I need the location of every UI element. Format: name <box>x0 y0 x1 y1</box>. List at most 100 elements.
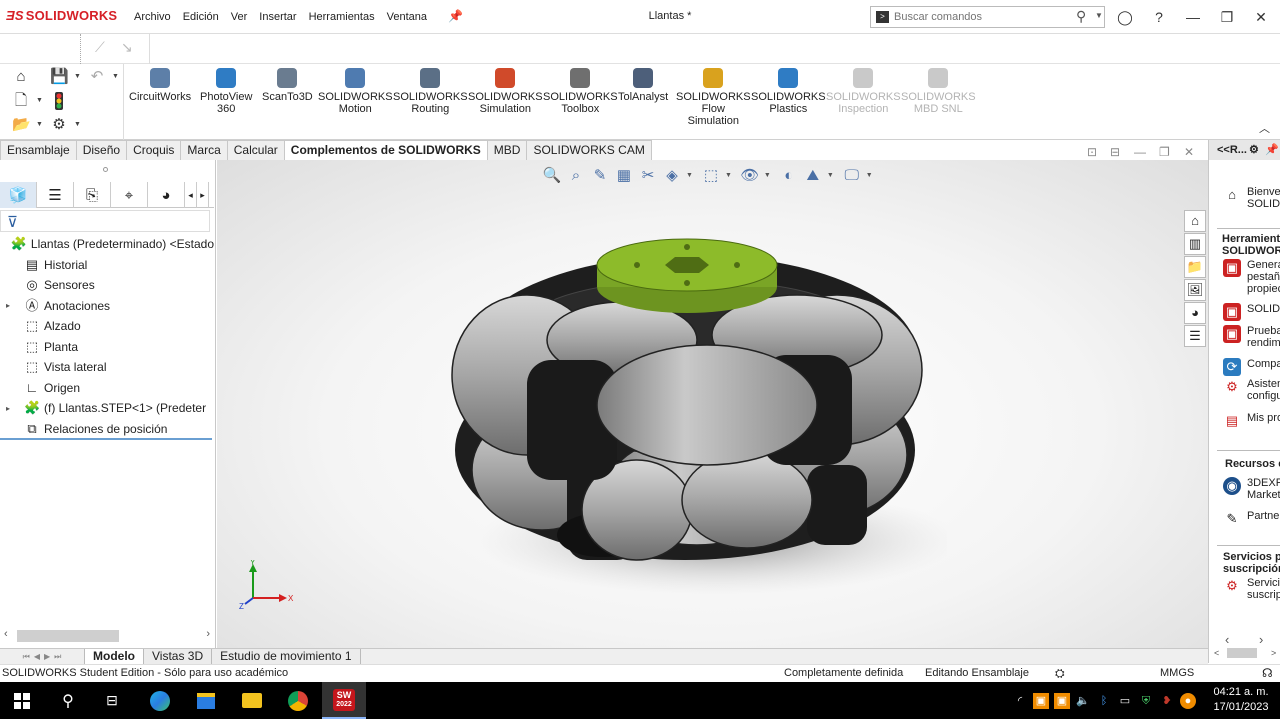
tree-item[interactable]: ▸ 🧩 (f) Llantas.STEP<1> (Predeter <box>0 398 214 419</box>
arrow-icon[interactable]: ↘ <box>121 39 133 56</box>
bottom-tab[interactable]: Estudio de movimiento 1 <box>211 648 361 665</box>
edit-appearance-icon[interactable]: ◐ <box>779 167 799 184</box>
solidworks-logo[interactable]: ƎS SOLIDWORKS <box>6 8 117 23</box>
dynamic-annotation-icon[interactable]: ✂ <box>638 166 658 184</box>
gear-icon[interactable]: ⚙ <box>50 116 68 134</box>
tab-ensamblaje[interactable]: Ensamblaje <box>0 140 77 160</box>
first-tab-icon[interactable]: ⏮ <box>23 652 30 662</box>
menu-herramientas[interactable]: Herramientas <box>303 0 381 34</box>
tree-item[interactable]: ⬚ Vista lateral <box>0 357 214 378</box>
addin-button[interactable]: SOLIDWORKS Motion <box>318 68 393 115</box>
tab-solidworks-cam[interactable]: SOLIDWORKS CAM <box>526 140 652 160</box>
tree-item[interactable]: ◎ Sensores <box>0 275 214 296</box>
tab-dise-o[interactable]: Diseño <box>75 140 128 160</box>
panel-grip[interactable] <box>103 167 108 172</box>
addin-button[interactable]: CircuitWorks <box>129 68 191 103</box>
next-tab-icon[interactable]: ▶ <box>44 652 50 661</box>
rebuild-traffic-light-icon[interactable] <box>50 92 68 110</box>
rebuild-icon[interactable]: ⛭ <box>1055 665 1065 682</box>
displaymanager-tab-icon[interactable]: ◕ <box>148 182 185 208</box>
home-icon[interactable]: ⌂ <box>12 68 30 86</box>
chevron-down-icon[interactable]: ▼ <box>827 172 834 179</box>
apply-scene-icon[interactable]: ⛰ <box>803 167 823 184</box>
tree-item[interactable]: ⬚ Alzado <box>0 316 214 337</box>
display-style-icon[interactable]: ⬚ <box>701 166 721 184</box>
addin-button[interactable]: SOLIDWORKS Routing <box>393 68 468 115</box>
restore-button[interactable]: ❐ <box>1216 6 1238 28</box>
solidworks-taskbar-icon[interactable]: SW 2022 <box>322 682 366 719</box>
scroll-left-icon[interactable]: < <box>1214 648 1219 658</box>
tile-view-icon[interactable]: ⊟ <box>1110 145 1120 159</box>
chevron-down-icon[interactable]: ▼ <box>36 121 43 128</box>
section-view-icon[interactable]: ▦ <box>614 166 634 184</box>
shield-icon[interactable]: ⛨ <box>1138 693 1154 709</box>
tab-croquis[interactable]: Croquis <box>126 140 182 160</box>
save-icon[interactable]: 💾 <box>50 68 69 86</box>
scroll-right-icon[interactable]: › <box>206 628 210 640</box>
scroll-thumb[interactable] <box>17 630 119 642</box>
design-library-icon[interactable]: ▥ <box>1184 233 1206 255</box>
rollback-bar[interactable] <box>0 438 212 440</box>
clock[interactable]: 04:21 a. m. 17/01/2023 <box>1208 685 1274 715</box>
addin-button[interactable]: SOLIDWORKS Toolbox <box>543 68 618 115</box>
close-button[interactable]: ✕ <box>1250 6 1272 28</box>
chrome-icon[interactable] <box>276 682 320 719</box>
chevron-down-icon[interactable]: ▼ <box>1095 11 1103 20</box>
app-tray-icon[interactable]: ● <box>1180 692 1196 709</box>
file-explorer-icon[interactable]: 📁 <box>1184 256 1206 278</box>
scroll-left-icon[interactable]: ‹ <box>1225 632 1229 647</box>
view-palette-icon[interactable]: 🖼 <box>1184 279 1206 301</box>
horizontal-scrollbar[interactable]: ‹ › <box>0 628 214 644</box>
tree-item[interactable]: ▤ Historial <box>0 255 214 276</box>
onedrive-icon[interactable]: ❥ <box>1159 693 1175 709</box>
menu-archivo[interactable]: Archivo <box>128 0 177 34</box>
chevron-down-icon[interactable]: ▼ <box>74 73 81 80</box>
menu-insertar[interactable]: Insertar <box>253 0 302 34</box>
addin-button[interactable]: SOLIDWORKS MBD SNL <box>901 68 976 115</box>
user-account-icon[interactable]: ◯ <box>1114 6 1136 28</box>
view-settings-icon[interactable]: 🖵 <box>842 167 862 184</box>
expand-arrow-icon[interactable]: ▸ <box>6 301 14 310</box>
tab-navigation[interactable]: ⏮ ◀ ▶ ⏭ <box>0 650 84 664</box>
windows-start-icon[interactable] <box>0 682 44 719</box>
addin-button[interactable]: SOLIDWORKS Simulation <box>468 68 543 115</box>
last-tab-icon[interactable]: ⏭ <box>54 652 61 662</box>
app-tray-icon[interactable]: ▣ <box>1033 692 1049 709</box>
edge-icon[interactable] <box>138 682 182 719</box>
collapse-arrow-icon[interactable]: ︿ <box>1259 120 1270 136</box>
filter-icon[interactable]: ⊽ <box>7 213 18 231</box>
appearances-icon[interactable]: ◕ <box>1184 302 1206 324</box>
help-icon[interactable]: ? <box>1148 6 1170 28</box>
hide-show-items-icon[interactable]: 👁 <box>740 166 760 184</box>
pin-icon[interactable]: 📌 <box>1265 140 1279 160</box>
menu-ver[interactable]: Ver <box>225 0 254 34</box>
command-search[interactable]: > ⚲ ▼ <box>870 6 1105 28</box>
chevron-down-icon[interactable]: ▼ <box>764 172 771 179</box>
file-explorer-icon[interactable] <box>230 682 274 719</box>
addin-button[interactable]: PhotoView 360 <box>200 68 252 115</box>
quick-tips-icon[interactable]: ☊ <box>1262 665 1273 682</box>
task-view-icon[interactable]: ⊟ <box>90 682 134 719</box>
tab-complementos-de-solidworks[interactable]: Complementos de SOLIDWORKS <box>283 140 488 160</box>
featuremanager-tab-icon[interactable]: 🧊 <box>0 182 37 208</box>
addin-button[interactable]: SOLIDWORKS Plastics <box>751 68 826 115</box>
search-input[interactable] <box>894 9 1064 25</box>
view-orientation-icon[interactable]: ◈ <box>662 166 682 184</box>
tree-item[interactable]: 🧩 Llantas (Predeterminado) <Estado <box>0 234 214 255</box>
prev-tab-icon[interactable]: ◀ <box>34 652 40 661</box>
tree-item[interactable]: ⬚ Planta <box>0 337 214 358</box>
tree-item[interactable]: ▸ Ⓐ Anotaciones <box>0 296 214 317</box>
addin-button[interactable]: SOLIDWORKS Inspection <box>826 68 901 115</box>
scroll-left-icon[interactable]: ◂ <box>185 182 197 208</box>
tab-calcular[interactable]: Calcular <box>226 140 285 160</box>
chevron-down-icon[interactable]: ▼ <box>725 172 732 179</box>
undo-icon[interactable]: ↶ <box>88 68 106 86</box>
chevron-down-icon[interactable]: ▼ <box>686 172 693 179</box>
display-icon[interactable]: ▭ <box>1117 693 1133 709</box>
task-pane-header[interactable]: <<R... ⚙ 📌 <box>1209 140 1280 160</box>
scroll-left-icon[interactable]: ‹ <box>4 628 8 640</box>
tree-item[interactable]: ⧉ Relaciones de posición <box>0 419 214 440</box>
bottom-tab[interactable]: Vistas 3D <box>143 648 213 665</box>
units-selector[interactable]: MMGS <box>1160 665 1194 682</box>
tree-item[interactable]: ∟ Origen <box>0 378 214 399</box>
